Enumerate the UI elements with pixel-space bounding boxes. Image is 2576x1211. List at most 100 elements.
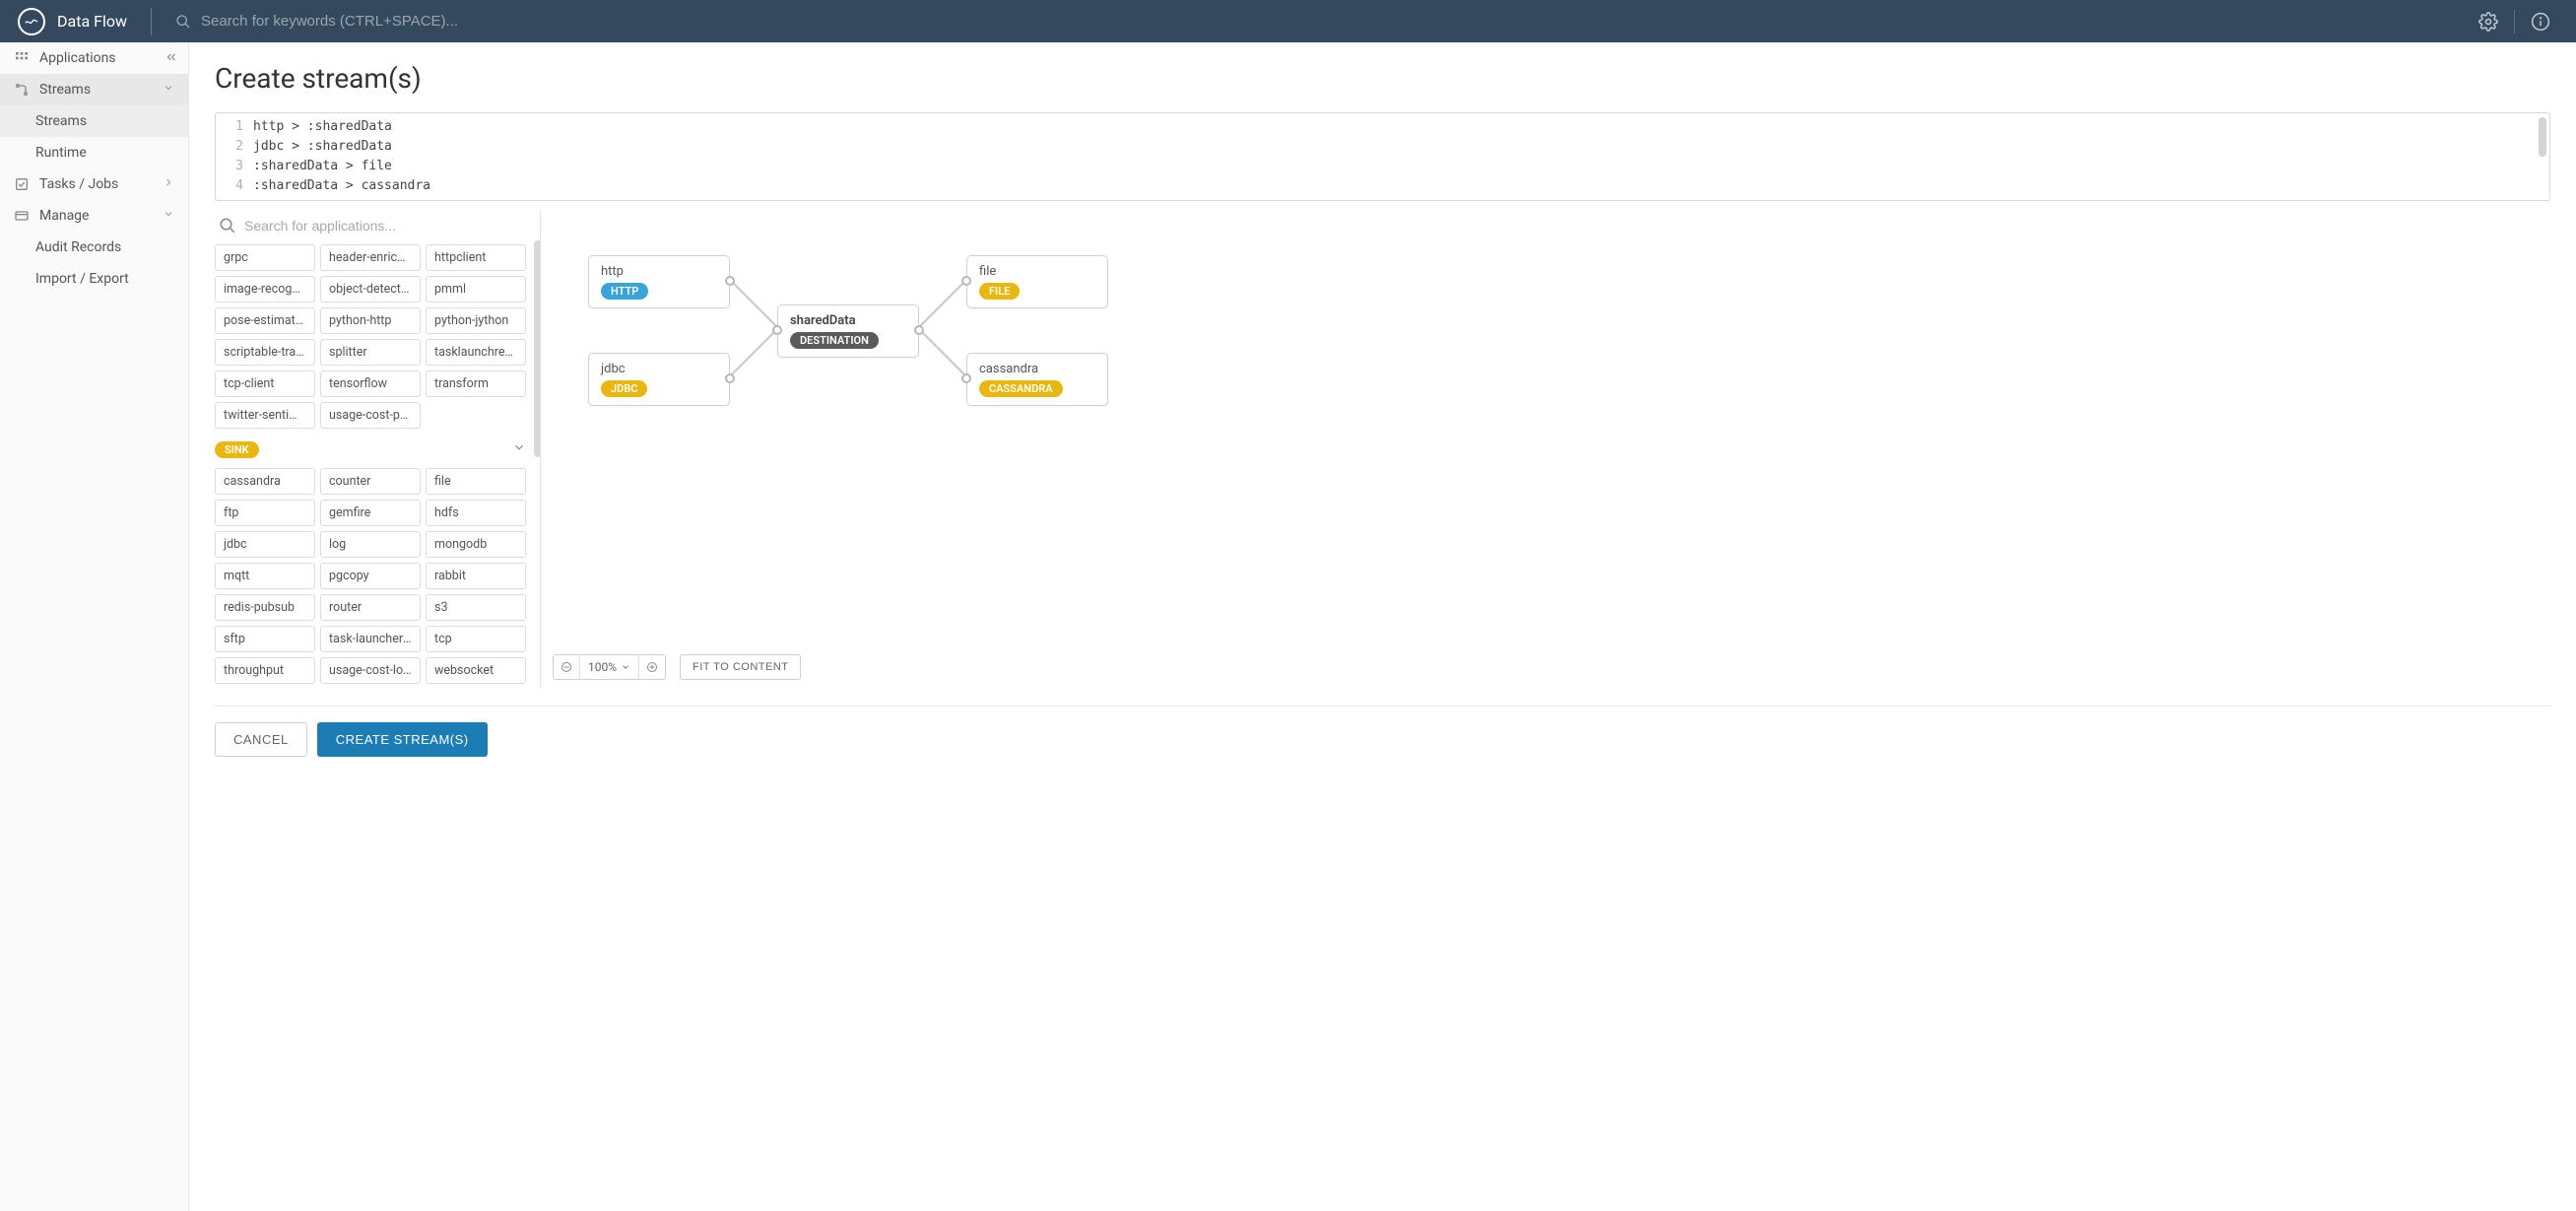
palette-chip[interactable]: scriptable-transf... (215, 339, 315, 366)
zoom-level-dropdown[interactable]: 100% (580, 660, 638, 674)
palette-chip[interactable]: usage-cost-proc... (320, 402, 421, 429)
palette-chip[interactable]: ftp (215, 500, 315, 526)
processors-grid: grpcheader-enricherhttpclient image-recog… (215, 244, 526, 429)
chevron-down-icon (512, 440, 526, 458)
node-http[interactable]: http HTTP (588, 255, 730, 308)
palette-chip[interactable]: image-recogniti... (215, 276, 315, 303)
nav-label: Streams (39, 82, 91, 98)
nav-applications[interactable]: Applications (0, 42, 188, 74)
input-port[interactable] (961, 276, 971, 286)
app-palette: grpcheader-enricherhttpclient image-recog… (215, 211, 540, 688)
plus-icon (646, 661, 658, 673)
palette-chip[interactable]: tasklaunchreque... (426, 339, 526, 366)
input-port[interactable] (772, 325, 782, 335)
zoom-in-button[interactable] (639, 655, 665, 679)
palette-chip[interactable]: mongodb (426, 531, 526, 558)
palette-chip[interactable]: counter (320, 468, 421, 495)
node-title: jdbc (601, 362, 717, 376)
category-sink-header[interactable]: SINK (215, 440, 526, 458)
sink-badge: SINK (215, 441, 259, 458)
canvas-area: http HTTP jdbc JDBC sharedData DESTINATI… (540, 211, 2550, 688)
global-search-input[interactable] (201, 13, 595, 30)
palette-chip[interactable]: tcp-client (215, 370, 315, 397)
node-file[interactable]: file FILE (966, 255, 1108, 308)
chevron-double-left-icon (165, 50, 178, 64)
palette-chip[interactable]: splitter (320, 339, 421, 366)
nav-manage-import-export[interactable]: Import / Export (0, 263, 188, 295)
fit-to-content-button[interactable]: FIT TO CONTENT (680, 654, 801, 680)
palette-chip[interactable]: transform (426, 370, 526, 397)
palette-chip[interactable]: throughput (215, 657, 315, 684)
palette-chip[interactable]: log (320, 531, 421, 558)
palette-chip[interactable]: mqtt (215, 563, 315, 589)
header-actions (2471, 4, 2558, 39)
sinks-grid: cassandracounterfile ftpgemfirehdfs jdbclo… (215, 468, 526, 684)
code-line: http > :sharedData (253, 117, 392, 137)
palette-chip[interactable]: httpclient (426, 244, 526, 271)
palette-chip[interactable]: file (426, 468, 526, 495)
nav-streams-runtime[interactable]: Runtime (0, 137, 188, 168)
palette-search[interactable] (215, 211, 532, 244)
palette-chip[interactable]: header-enricher (320, 244, 421, 271)
node-jdbc[interactable]: jdbc JDBC (588, 353, 730, 406)
node-badge: CASSANDRA (979, 380, 1063, 397)
palette-chip[interactable]: twitter-sentiment (215, 402, 315, 429)
collapse-sidebar-button[interactable] (165, 50, 178, 68)
node-shareddata[interactable]: sharedData DESTINATION (777, 304, 919, 358)
app-title: Data Flow (57, 12, 127, 31)
nav-tasks-jobs[interactable]: Tasks / Jobs (0, 168, 188, 200)
palette-chip[interactable]: websocket (426, 657, 526, 684)
node-cassandra[interactable]: cassandra CASSANDRA (966, 353, 1108, 406)
nav-label: Manage (39, 208, 89, 224)
palette-chip[interactable]: object-detection (320, 276, 421, 303)
grid-icon (14, 50, 33, 66)
palette-chip[interactable]: rabbit (426, 563, 526, 589)
chevron-down-icon (163, 208, 174, 224)
tasks-icon (14, 176, 33, 192)
create-stream-button[interactable]: CREATE STREAM(S) (317, 722, 488, 757)
cancel-button[interactable]: CANCEL (215, 722, 307, 757)
nav-streams-streams[interactable]: Streams (0, 105, 188, 137)
output-port[interactable] (914, 325, 924, 335)
palette-chip[interactable]: pmml (426, 276, 526, 303)
palette-chip[interactable]: hdfs (426, 500, 526, 526)
nav-streams[interactable]: Streams (0, 74, 188, 105)
app-logo: Data Flow (18, 8, 127, 35)
palette-chip[interactable]: pose-estimation (215, 307, 315, 334)
palette-chip[interactable]: cassandra (215, 468, 315, 495)
palette-chip[interactable]: jdbc (215, 531, 315, 558)
palette-chip[interactable]: usage-cost-logg... (320, 657, 421, 684)
palette-chip[interactable]: task-launcher-d... (320, 626, 421, 652)
nav-label: Applications (39, 50, 116, 66)
palette-chip[interactable]: tensorflow (320, 370, 421, 397)
dsl-editor[interactable]: 1http > :sharedData 2jdbc > :sharedData … (215, 112, 2550, 201)
global-search[interactable] (175, 13, 2471, 30)
editor-scrollbar[interactable] (2539, 117, 2546, 157)
input-port[interactable] (961, 373, 971, 383)
info-button[interactable] (2523, 4, 2558, 39)
palette-chip[interactable]: grpc (215, 244, 315, 271)
output-port[interactable] (725, 276, 735, 286)
chevron-down-icon (621, 662, 630, 672)
nav-manage-audit[interactable]: Audit Records (0, 232, 188, 263)
zoom-value: 100% (588, 660, 617, 674)
palette-chip[interactable]: python-http (320, 307, 421, 334)
zoom-control: 100% (553, 654, 666, 680)
settings-button[interactable] (2471, 4, 2506, 39)
palette-chip[interactable]: gemfire (320, 500, 421, 526)
palette-chip[interactable]: python-jython (426, 307, 526, 334)
stream-canvas[interactable]: http HTTP jdbc JDBC sharedData DESTINATI… (541, 211, 2550, 644)
palette-chip[interactable]: router (320, 594, 421, 621)
palette-chip[interactable]: tcp (426, 626, 526, 652)
zoom-out-button[interactable] (554, 655, 579, 679)
code-line: :sharedData > cassandra (253, 176, 430, 196)
nav-manage[interactable]: Manage (0, 200, 188, 232)
palette-chip[interactable]: sftp (215, 626, 315, 652)
palette-chip[interactable]: pgcopy (320, 563, 421, 589)
palette-chip[interactable]: redis-pubsub (215, 594, 315, 621)
code-line: jdbc > :sharedData (253, 137, 392, 157)
palette-search-input[interactable] (244, 218, 528, 234)
palette-chip[interactable]: s3 (426, 594, 526, 621)
node-badge: HTTP (601, 283, 648, 300)
output-port[interactable] (725, 373, 735, 383)
